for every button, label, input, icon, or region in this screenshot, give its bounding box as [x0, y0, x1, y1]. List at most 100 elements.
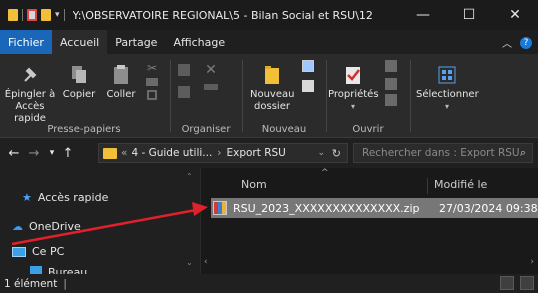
- zip-archive-icon: [213, 201, 227, 215]
- breadcrumb-item[interactable]: 4 - Guide utili...: [131, 147, 212, 159]
- properties-icon: [346, 67, 360, 84]
- paste-button[interactable]: Coller: [104, 64, 138, 101]
- chevron-down-icon[interactable]: ▾: [328, 101, 378, 113]
- breadcrumb-overflow[interactable]: «: [121, 147, 127, 159]
- move-to-button[interactable]: [178, 64, 194, 98]
- column-modified[interactable]: Modifié le: [427, 178, 487, 194]
- new-item-button[interactable]: [298, 60, 318, 92]
- nav-item-label: Ce PC: [32, 245, 65, 258]
- copy-icon: [72, 66, 86, 83]
- details-view-icon[interactable]: [500, 276, 514, 290]
- properties-icon[interactable]: [27, 9, 37, 21]
- ribbon-tabs: Fichier Accueil Partage Affichage ︿ ?: [0, 30, 538, 54]
- tab-partage[interactable]: Partage: [107, 30, 165, 54]
- organize-group-label: Organiser: [181, 124, 231, 135]
- new-folder-icon[interactable]: [41, 9, 51, 21]
- scroll-down-arrow[interactable]: ⌄: [186, 258, 193, 267]
- up-button[interactable]: ↑: [60, 146, 76, 161]
- help-icon[interactable]: ?: [520, 36, 532, 49]
- recent-locations-button[interactable]: ▾: [44, 148, 60, 158]
- ribbon-controls: ︿ ?: [502, 35, 532, 50]
- search-input[interactable]: Rechercher dans : Export RSU ⌕: [353, 143, 533, 163]
- cut-icon: ✂: [146, 61, 158, 75]
- move-icon: [178, 64, 190, 76]
- pin-button[interactable]: Épingler à Accès rapide: [4, 64, 56, 125]
- new-group: Nouveau dossier Nouveau: [244, 54, 324, 138]
- search-icon[interactable]: ⌕: [520, 146, 526, 160]
- status-bar: 1 élément |: [0, 274, 538, 293]
- divider: [326, 60, 327, 132]
- select-button[interactable]: Sélectionner ▾: [416, 64, 479, 113]
- maximize-button[interactable]: ☐: [446, 0, 492, 30]
- rename-icon[interactable]: [204, 84, 218, 90]
- file-modified: 27/03/2024 09:38: [439, 201, 538, 215]
- column-name[interactable]: Nom: [241, 178, 267, 191]
- select-all-icon: [438, 66, 456, 84]
- breadcrumb-separator[interactable]: ›: [217, 147, 221, 159]
- delete-button[interactable]: ✕: [200, 63, 222, 90]
- open-button[interactable]: [382, 60, 400, 106]
- properties-button[interactable]: Propriétés ▾: [328, 64, 379, 113]
- history-icon[interactable]: [385, 94, 397, 106]
- paste-shortcut-icon[interactable]: [147, 90, 157, 100]
- tab-fichier[interactable]: Fichier: [0, 30, 52, 54]
- nav-scrollbar[interactable]: ⌃ ⌄: [182, 168, 198, 274]
- file-row[interactable]: RSU_2023_XXXXXXXXXXXXXX.zip 27/03/2024 0…: [211, 198, 538, 218]
- tab-accueil[interactable]: Accueil: [51, 30, 108, 54]
- breadcrumb-item[interactable]: Export RSU: [227, 147, 286, 159]
- copy-label: Copier: [62, 89, 96, 100]
- horizontal-scrollbar[interactable]: ‹ ›: [200, 256, 538, 270]
- new-folder-button[interactable]: Nouveau dossier: [250, 64, 294, 113]
- nav-item-label: OneDrive: [29, 220, 81, 233]
- divider: [170, 60, 171, 132]
- easy-access-icon[interactable]: [302, 80, 314, 92]
- divider: |: [63, 277, 67, 290]
- chevron-down-icon[interactable]: ▾: [416, 101, 478, 113]
- pin-label: Épingler à Accès rapide: [4, 89, 56, 124]
- nav-item-onedrive[interactable]: ☁ OneDrive: [12, 220, 81, 233]
- nav-item-this-pc[interactable]: Ce PC: [12, 245, 64, 258]
- item-count: 1 élément: [4, 277, 58, 290]
- nav-item-desktop[interactable]: Bureau: [30, 266, 87, 274]
- paste-label: Coller: [106, 89, 136, 100]
- minimize-button[interactable]: —: [400, 0, 446, 30]
- new-item-icon: [302, 60, 314, 72]
- cut-button[interactable]: ✂: [142, 62, 162, 102]
- large-icons-view-icon[interactable]: [520, 276, 534, 290]
- explorer-window: ▾ Y:\OBSERVATOIRE REGIONAL\5 - Bilan Soc…: [0, 0, 538, 293]
- nav-item-label: Bureau: [48, 266, 88, 274]
- nav-item-quick-access[interactable]: ★ Accès rapide: [22, 191, 108, 204]
- properties-label: Propriétés: [328, 89, 379, 100]
- address-field[interactable]: « 4 - Guide utili... › Export RSU ⌄ ↻: [98, 143, 348, 163]
- pin-icon: [24, 67, 37, 82]
- chevron-down-icon[interactable]: ▾: [55, 10, 60, 20]
- close-button[interactable]: ✕: [492, 0, 538, 30]
- view-switcher: [500, 276, 534, 290]
- new-group-label: Nouveau: [261, 124, 307, 135]
- organize-group: ✕ Organiser: [172, 54, 240, 138]
- copy-to-icon[interactable]: [178, 86, 190, 98]
- chevron-down-icon[interactable]: ⌄: [317, 148, 325, 158]
- divider: [63, 9, 65, 21]
- clipboard-group-label: Presse-papiers: [47, 124, 121, 135]
- computer-icon: [12, 246, 26, 257]
- divider: [22, 9, 23, 21]
- search-placeholder: Rechercher dans : Export RSU: [362, 147, 520, 159]
- address-bar-row: ← → ▾ ↑ « 4 - Guide utili... › Export RS…: [0, 138, 538, 168]
- divider: [410, 60, 411, 132]
- scroll-up-arrow[interactable]: ⌃: [186, 172, 193, 181]
- back-button[interactable]: ←: [6, 146, 22, 161]
- copy-path-icon[interactable]: [146, 78, 158, 86]
- scroll-left-arrow[interactable]: ‹: [204, 257, 208, 267]
- forward-button[interactable]: →: [26, 146, 42, 161]
- refresh-icon[interactable]: ↻: [332, 147, 341, 160]
- edit-icon[interactable]: [385, 78, 397, 90]
- open-group: Propriétés ▾ Ouvrir: [328, 54, 408, 138]
- sort-indicator-icon: ^: [321, 168, 329, 178]
- chevron-up-icon[interactable]: ︿: [502, 35, 512, 50]
- scroll-right-arrow[interactable]: ›: [530, 257, 534, 267]
- column-header: Nom ^ Modifié le: [201, 168, 538, 194]
- window-controls: — ☐ ✕: [400, 0, 538, 30]
- tab-affichage[interactable]: Affichage: [165, 30, 233, 54]
- copy-button[interactable]: Copier: [60, 64, 98, 101]
